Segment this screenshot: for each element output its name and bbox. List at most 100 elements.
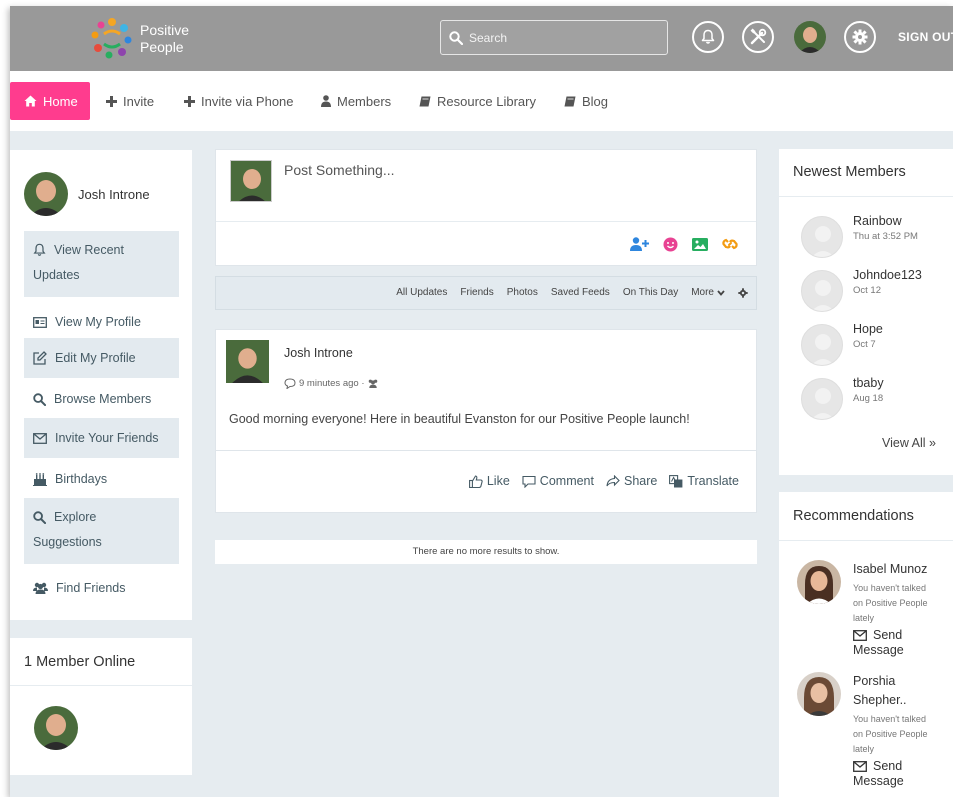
envelope-icon: [33, 432, 47, 444]
tag-friends-icon[interactable]: [630, 237, 649, 251]
recommendation-avatar[interactable]: [797, 672, 841, 716]
filter-saved-feeds[interactable]: Saved Feeds: [551, 287, 610, 298]
member-item[interactable]: Rainbow Thu at 3:52 PM: [801, 214, 918, 258]
nav-invite-phone-label: Invite via Phone: [201, 93, 294, 109]
nav-home[interactable]: Home: [10, 82, 90, 120]
menu-view-recent-updates[interactable]: View Recent Updates: [24, 231, 179, 297]
sign-out-link[interactable]: SIGN OUT: [898, 30, 953, 44]
nav-resource-library[interactable]: Resource Library: [419, 82, 536, 120]
photo-icon[interactable]: [692, 237, 708, 251]
member-name: Hope: [853, 322, 883, 336]
menu-find-friends[interactable]: Find Friends: [24, 570, 179, 606]
post-actions: Like Comment Share Translate: [468, 474, 739, 488]
send-message-button[interactable]: Send Message: [853, 759, 953, 789]
recommendation-name-line-2[interactable]: Shepher..: [853, 691, 953, 710]
logo-line-1: Positive: [140, 22, 190, 38]
site-logo[interactable]: Positive People: [90, 16, 200, 62]
member-date: Oct 12: [853, 285, 881, 296]
plus-icon: [106, 95, 117, 107]
post-time[interactable]: 9 minutes ago ·: [299, 378, 364, 389]
post-card: Josh Introne 9 minutes ago · Good mornin…: [215, 329, 757, 513]
left-sidebar: Josh Introne View Recent Updates View My…: [10, 150, 192, 620]
menu-birthdays[interactable]: Birthdays: [24, 461, 179, 497]
current-user[interactable]: Josh Introne: [24, 172, 150, 216]
translate-button[interactable]: Translate: [669, 474, 739, 488]
comment-button[interactable]: Comment: [522, 474, 594, 488]
menu-edit-my-profile[interactable]: Edit My Profile: [24, 338, 179, 378]
note-line: on Positive People: [853, 729, 928, 739]
send-label-2: Message: [853, 643, 904, 657]
settings-button[interactable]: [844, 21, 876, 53]
note-line: on Positive People: [853, 598, 928, 608]
header-avatar[interactable]: [794, 21, 826, 53]
divider: [779, 196, 953, 197]
bell-icon: [701, 29, 715, 44]
birthday-cake-icon: [33, 472, 47, 486]
envelope-icon: [853, 630, 867, 641]
online-member-avatar[interactable]: [34, 706, 78, 755]
book-icon: [564, 96, 576, 106]
envelope-icon: [853, 761, 867, 772]
nav-invite[interactable]: Invite: [106, 82, 154, 120]
nav-members[interactable]: Members: [321, 82, 391, 120]
default-avatar-icon: [801, 216, 843, 258]
note-line: lately: [853, 613, 875, 623]
plus-icon: [184, 95, 195, 107]
member-name: tbaby: [853, 376, 884, 390]
member-item[interactable]: Johndoe123 Oct 12: [801, 268, 922, 312]
menu-explore-suggestions[interactable]: Explore Suggestions: [24, 498, 179, 564]
tools-button[interactable]: [742, 21, 774, 53]
gear-icon[interactable]: [738, 287, 748, 298]
translate-label: Translate: [687, 474, 739, 488]
filter-all-updates[interactable]: All Updates: [396, 287, 447, 298]
like-button[interactable]: Like: [468, 474, 510, 488]
feed-filters: All Updates Friends Photos Saved Feeds O…: [396, 287, 748, 298]
book-icon: [419, 96, 431, 106]
post-author-avatar[interactable]: [226, 340, 269, 383]
menu-edit-my-profile-label: Edit My Profile: [55, 351, 136, 365]
filter-photos[interactable]: Photos: [507, 287, 538, 298]
send-message-button[interactable]: Send Message: [853, 628, 953, 658]
recommendation-note: You haven't talked on Positive People la…: [853, 581, 953, 626]
default-avatar-icon: [801, 324, 843, 366]
nav-invite-label: Invite: [123, 93, 155, 109]
share-button[interactable]: Share: [606, 474, 657, 488]
recommendation-name-line-1[interactable]: Porshia: [853, 672, 953, 691]
emoji-icon[interactable]: [663, 237, 678, 252]
member-item[interactable]: Hope Oct 7: [801, 322, 883, 366]
filter-on-this-day[interactable]: On This Day: [623, 287, 678, 298]
search-icon: [33, 510, 46, 524]
filter-friends[interactable]: Friends: [460, 287, 493, 298]
search-box[interactable]: [440, 20, 668, 55]
nav-invite-phone[interactable]: Invite via Phone: [184, 82, 294, 120]
member-item[interactable]: tbaby Aug 18: [801, 376, 884, 420]
view-all-members-link[interactable]: View All »: [882, 436, 936, 450]
main-nav: Home Invite Invite via Phone Members Res…: [10, 71, 953, 131]
compose-input[interactable]: Post Something...: [284, 162, 395, 178]
menu-find-friends-label: Find Friends: [56, 581, 126, 595]
app-frame: Positive People Search SIGN OUT Home Inv…: [10, 6, 953, 797]
menu-browse-members[interactable]: Browse Members: [24, 381, 179, 417]
notifications-button[interactable]: [692, 21, 724, 53]
nav-blog[interactable]: Blog: [564, 82, 608, 120]
filter-more-label: More: [691, 287, 714, 298]
post-author-name[interactable]: Josh Introne: [284, 346, 353, 360]
note-line: lately: [853, 744, 875, 754]
menu-explore-label-1: Explore: [54, 510, 97, 524]
member-name: Johndoe123: [853, 268, 922, 282]
menu-view-recent-label-1: View Recent: [54, 243, 124, 257]
menu-invite-friends-label: Invite Your Friends: [55, 431, 159, 445]
send-label-2: Message: [853, 774, 904, 788]
filter-more[interactable]: More: [691, 287, 725, 298]
members-online-card: 1 Member Online: [10, 638, 192, 775]
menu-view-my-profile[interactable]: View My Profile: [24, 307, 179, 337]
menu-invite-friends[interactable]: Invite Your Friends: [24, 418, 179, 458]
nav-blog-label: Blog: [582, 93, 609, 109]
recommendation-avatar[interactable]: [797, 560, 841, 604]
bell-icon: [33, 243, 46, 256]
search-input[interactable]: [469, 30, 639, 45]
recommendation-name[interactable]: Isabel Munoz: [853, 560, 953, 579]
menu-view-recent-label-2: Updates: [33, 268, 80, 282]
tools-icon: [750, 28, 767, 45]
link-icon[interactable]: [722, 236, 738, 252]
